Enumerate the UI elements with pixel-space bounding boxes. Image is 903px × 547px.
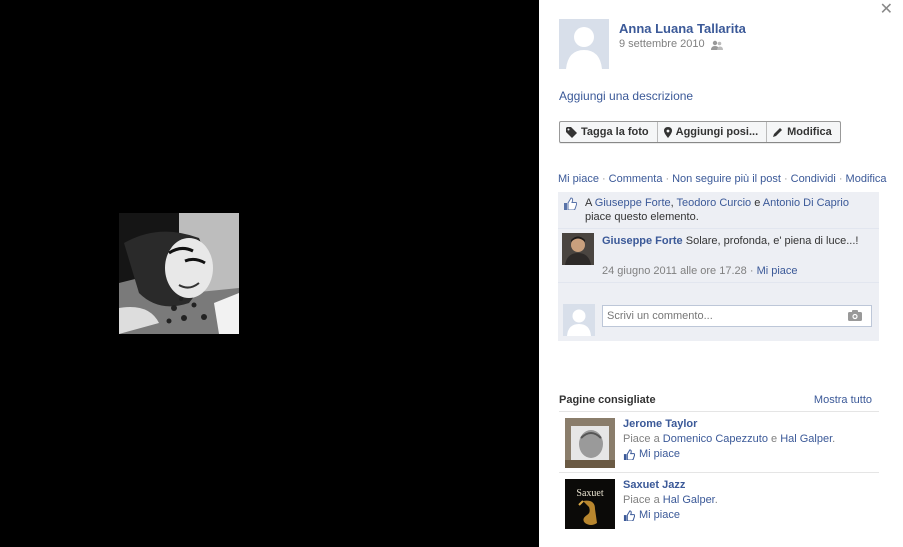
photo-actions-bar: Tagga la foto Aggiungi posi... Modifica [559,121,841,143]
edit-photo-button[interactable]: Modifica [767,122,840,142]
separator: · [665,173,670,185]
viewer-avatar [563,304,595,336]
likes-prefix: A [585,197,592,209]
liker-link[interactable]: Antonio Di Caprio [763,197,849,209]
comment-text: Solare, profonda, e' piena di luce...! [685,235,859,247]
page-like-button[interactable]: Mi piace [623,509,680,521]
liked-by-and: e [771,433,778,445]
edit-photo-label: Modifica [787,126,832,138]
recommended-title: Pagine consigliate [559,394,656,406]
add-location-button[interactable]: Aggiungi posi... [658,122,768,142]
separator: · [783,173,788,185]
photo-stage[interactable] [0,0,539,547]
liker-link[interactable]: Teodoro Curcio [677,197,752,209]
close-icon[interactable]: ✕ [880,2,893,18]
comment-author[interactable]: Giuseppe Forte [602,235,683,247]
thumbs-up-icon [564,197,577,210]
location-pin-icon [663,126,672,138]
liker-link[interactable]: Hal Galper [780,433,832,445]
page-like-button[interactable]: Mi piace [623,448,680,460]
page-thumbnail[interactable]: Saxuet [565,479,615,529]
photo-info-panel: ✕ Anna Luana Tallarita 9 settembre 2010 … [539,0,903,547]
recommended-header: Pagine consigliate Mostra tutto [559,394,879,412]
camera-icon[interactable] [848,310,862,321]
page-like-label: Mi piace [639,448,680,460]
page-name[interactable]: Jerome Taylor [623,418,697,430]
pencil-icon [773,128,783,137]
recommended-page-item: Jerome Taylor Piace a Domenico Capezzuto… [559,412,879,473]
like-link[interactable]: Mi piace [558,173,599,185]
liker-link[interactable]: Giuseppe Forte [595,197,671,209]
feedback-box: A Giuseppe Forte, Teodoro Curcio e Anton… [558,192,879,341]
recommended-pages: Pagine consigliate Mostra tutto Jerome T… [559,394,879,534]
owner-name[interactable]: Anna Luana Tallarita [619,21,746,36]
feedback-links: Mi piace · Commenta · Non seguire più il pos… [558,173,887,185]
page-liked-by: Piace a Domenico Capezzuto e Hal Galper. [623,433,835,445]
likes-summary: A Giuseppe Forte, Teodoro Curcio e Anton… [558,192,879,229]
add-description-link[interactable]: Aggiungi una descrizione [559,89,693,103]
liker-link[interactable]: Domenico Capezzuto [663,433,768,445]
thumbs-up-icon [623,509,635,521]
add-location-label: Aggiungi posi... [675,126,759,138]
separator: · [838,173,843,185]
unfollow-link[interactable]: Non seguire più il post [672,173,781,185]
see-all-link[interactable]: Mostra tutto [814,394,872,406]
comment-time[interactable]: 24 giugno 2011 alle ore 17.28 [602,265,747,277]
owner-avatar[interactable] [559,19,609,69]
comment-like-link[interactable]: Mi piace [757,265,798,277]
friends-audience-icon[interactable] [711,40,723,51]
recommended-page-item: Saxuet Saxuet Jazz Piace a Hal Galper. M… [559,473,879,534]
separator: · [601,173,606,185]
likes-comma: , [670,197,674,209]
comment-body: Giuseppe Forte Solare, profonda, e' pien… [602,234,862,248]
likes-text: A Giuseppe Forte, Teodoro Curcio e Anton… [585,196,873,224]
photo [119,213,239,334]
tag-icon [566,126,577,138]
liker-link[interactable]: Hal Galper [663,494,715,506]
comment-link[interactable]: Commenta [609,173,663,185]
page-like-label: Mi piace [639,509,680,521]
likes-and: e [754,197,761,209]
thumbnail-logo-text: Saxuet [576,488,603,499]
share-link[interactable]: Condividi [791,173,836,185]
thumbs-up-icon [623,448,635,460]
comment-composer [558,299,879,341]
post-date[interactable]: 9 settembre 2010 [619,38,705,50]
page-name[interactable]: Saxuet Jazz [623,479,685,491]
page-thumbnail[interactable] [565,418,615,468]
comment-input[interactable] [602,305,872,327]
liked-by-prefix: Piace a [623,433,660,445]
liked-by-end: . [714,494,718,506]
tag-photo-label: Tagga la foto [581,126,649,138]
likes-suffix: piace questo elemento. [585,211,699,223]
liked-by-end: . [832,433,836,445]
edit-post-link[interactable]: Modifica [846,173,887,185]
liked-by-prefix: Piace a [623,494,660,506]
page-liked-by: Piace a Hal Galper. [623,494,718,506]
tag-photo-button[interactable]: Tagga la foto [560,122,658,142]
commenter-avatar[interactable] [562,233,594,265]
separator: · [749,265,754,277]
